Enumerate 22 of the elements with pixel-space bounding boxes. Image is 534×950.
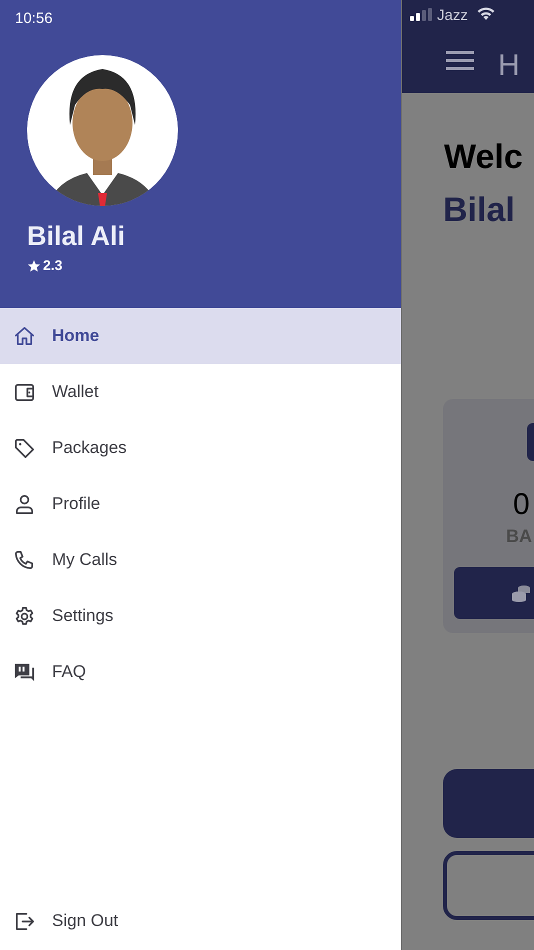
signal-icon <box>410 8 432 21</box>
star-icon <box>27 258 41 272</box>
recharge-button[interactable] <box>454 567 534 619</box>
home-icon <box>13 324 36 348</box>
sign-out-item[interactable]: Sign Out <box>0 893 401 949</box>
welcome-name: Bilal <box>443 190 515 231</box>
phone-icon <box>13 548 36 572</box>
app-bar-title: H <box>498 48 520 84</box>
carrier-name: Jazz <box>437 6 468 26</box>
outline-button[interactable] <box>443 851 534 920</box>
status-time: 10:56 <box>15 9 53 29</box>
balance-value: 0 <box>513 490 530 520</box>
user-name: Bilal Ali <box>27 220 126 253</box>
person-icon <box>13 492 36 516</box>
menu-item[interactable]: Home <box>0 308 401 364</box>
tag-icon <box>13 436 36 460</box>
menu-icon[interactable] <box>446 51 474 70</box>
coins-icon <box>512 584 530 602</box>
wifi-icon <box>476 5 496 21</box>
rating-value: 2.3 <box>43 256 62 275</box>
gear-icon <box>13 604 36 628</box>
welcome-heading: Welc <box>444 137 523 178</box>
